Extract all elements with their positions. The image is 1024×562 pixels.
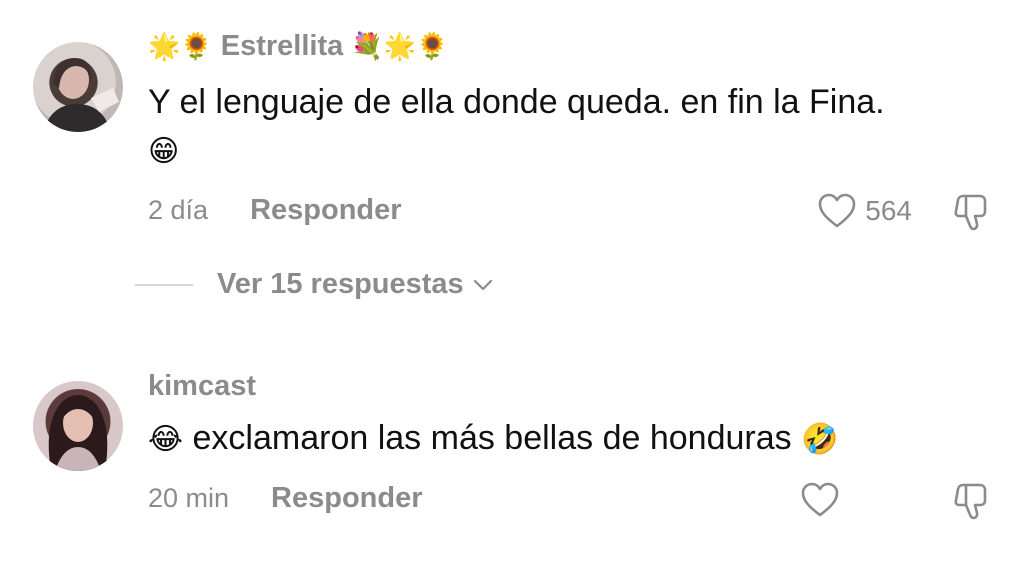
heart-icon — [818, 193, 856, 228]
comment-meta: 2 día Responder — [148, 194, 402, 227]
avatar-photo — [43, 58, 119, 132]
like-button[interactable] — [800, 481, 848, 519]
like-count: 564 — [865, 195, 912, 226]
replies-divider — [135, 283, 193, 286]
avatar[interactable] — [33, 381, 123, 471]
avatar-photo — [48, 395, 108, 471]
reply-button[interactable]: Responder — [271, 482, 422, 515]
heart-icon — [801, 482, 839, 517]
username[interactable]: 🌟🌻 Estrellita 💐🌟🌻 — [148, 30, 448, 63]
comment-text: 😂 exclamaron las más bellas de honduras … — [148, 414, 988, 464]
username[interactable]: kimcast — [148, 370, 256, 403]
tears-of-joy-emoji: 😂 — [148, 422, 184, 457]
dislike-icon — [954, 483, 987, 520]
username-text: Estrellita — [220, 30, 344, 62]
chevron-down-icon — [473, 279, 492, 290]
reply-button[interactable]: Responder — [250, 194, 401, 227]
avatar[interactable] — [33, 42, 123, 132]
dislike-icon — [954, 194, 987, 231]
username-text: kimcast — [148, 370, 257, 402]
like-button[interactable]: 564 — [817, 192, 912, 230]
comment-text-line: exclamaron las más bellas de honduras — [192, 419, 792, 457]
view-replies-label: Ver 15 respuestas — [217, 268, 464, 300]
dislike-button[interactable] — [950, 481, 992, 526]
grinning-emoji: 😁 — [148, 134, 180, 169]
comment-text-line: Y el lenguaje de ella donde queda. en fi… — [148, 83, 885, 121]
comment-text: Y el lenguaje de ella donde queda. en fi… — [148, 78, 988, 176]
view-replies-button[interactable]: Ver 15 respuestas — [135, 268, 494, 301]
timestamp: 20 min — [148, 483, 230, 513]
dislike-button[interactable] — [950, 192, 992, 237]
comment-meta: 20 min Responder — [148, 482, 423, 515]
username-prefix-emoji: 🌟🌻 — [148, 31, 213, 62]
rofl-emoji: 🤣 — [801, 422, 839, 457]
timestamp: 2 día — [148, 195, 209, 225]
username-suffix-emoji: 💐🌟🌻 — [351, 31, 449, 62]
